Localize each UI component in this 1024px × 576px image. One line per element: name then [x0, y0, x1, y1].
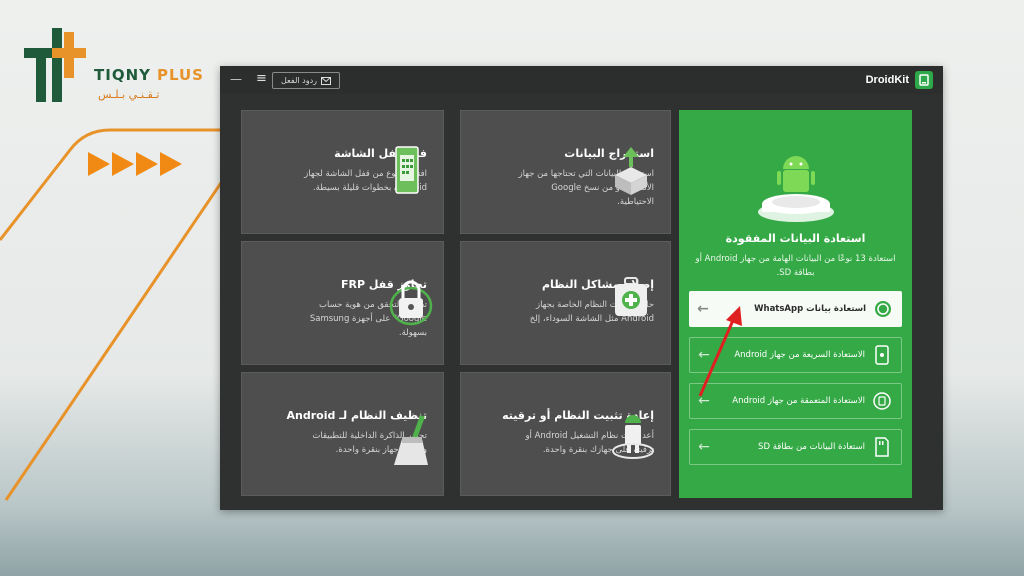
- android-robot-icon: [758, 156, 834, 222]
- minimize-icon[interactable]: —: [230, 72, 242, 86]
- card-data-extract[interactable]: استخراج البيانات استخراج البيانات التي ت…: [460, 110, 671, 234]
- title-bar: — ≡ ردود الفعل DroidKit: [220, 66, 943, 94]
- option-label: استعادة البيانات من بطاقة SD: [758, 442, 865, 452]
- mail-icon: [321, 76, 332, 85]
- padlock-icon: [389, 280, 433, 326]
- arrow-right-icon: [160, 152, 182, 176]
- card-system-fix[interactable]: إصلاح مشاكل النظام حل مشكلات النظام الخا…: [460, 241, 671, 365]
- arrow-right-icon: [88, 152, 110, 176]
- option-sd-card-recovery[interactable]: استعادة البيانات من بطاقة SD ←: [689, 429, 902, 465]
- feedback-button[interactable]: ردود الفعل: [272, 72, 340, 89]
- droidkit-logo-icon: [915, 71, 933, 89]
- recovery-desc: استعادة 13 نوعًا من البيانات الهامة من ج…: [695, 254, 896, 278]
- arrow-right-icon: [112, 152, 134, 176]
- hamburger-icon[interactable]: ≡: [256, 71, 267, 86]
- recovery-title: استعادة البيانات المفقودة: [725, 232, 866, 245]
- arrow-left-icon: ←: [698, 439, 710, 455]
- whatsapp-icon: [870, 296, 896, 322]
- card-screen-unlock[interactable]: فتح قفل الشاشة افتح أي نوع من قفل الشاشة…: [241, 110, 444, 234]
- decorative-arrows: [88, 152, 182, 176]
- arrow-right-icon: [136, 152, 158, 176]
- deep-scan-icon: [869, 388, 895, 414]
- droidkit-window: — ≡ ردود الفعل DroidKit فتح قفل الشاشة ا…: [220, 66, 943, 510]
- android-upgrade-icon: [612, 415, 654, 459]
- feedback-label: ردود الفعل: [280, 76, 318, 85]
- pointer-arrow-annotation: [698, 306, 742, 397]
- broom-icon: [394, 415, 428, 465]
- card-frp-bypass[interactable]: تجاوز قفل FRP تجاوز "التحقق من هوية حساب…: [241, 241, 444, 365]
- sd-card-icon: [869, 434, 895, 460]
- phone-icon: [869, 342, 895, 368]
- card-reinstall[interactable]: إعادة تثبيت النظام أو ترقيته أعد تثبيت ن…: [460, 372, 671, 496]
- app-title: DroidKit: [865, 74, 909, 86]
- phone-unlock-icon: [395, 146, 419, 194]
- card-system-clean[interactable]: تنظيف النظام لـ Android تحرير الذاكرة ال…: [241, 372, 444, 496]
- repair-kit-icon: [615, 277, 647, 316]
- data-extract-icon: [615, 147, 647, 195]
